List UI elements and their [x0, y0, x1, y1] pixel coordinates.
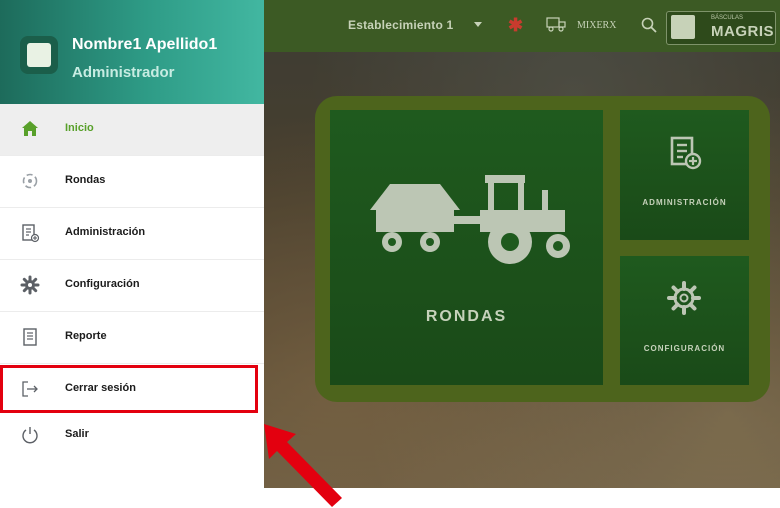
menu-item-configuracion[interactable]: Configuración [0, 260, 264, 312]
document-add-icon [670, 136, 702, 170]
rondas-tile[interactable]: RONDAS [330, 110, 603, 385]
rondas-icon [22, 173, 38, 189]
power-icon [22, 427, 38, 444]
search-icon[interactable] [640, 16, 658, 34]
app-logo-icon [20, 36, 58, 74]
bluetooth-off-icon[interactable]: ✱ [508, 15, 523, 35]
menu-item-label: Reporte [65, 330, 107, 342]
top-bar: Establecimiento 1 ✱ MIXERX BÁSCULAS MAGR… [264, 0, 780, 52]
menu-item-inicio[interactable]: Inicio [0, 104, 264, 156]
tractor-icon [370, 175, 570, 264]
logo-small-text: BÁSCULAS [711, 15, 744, 21]
home-icon [22, 121, 38, 136]
rondas-tile-label: RONDAS [425, 308, 508, 325]
mixer-icon[interactable] [546, 16, 566, 32]
establishment-selector[interactable]: Establecimiento 1 [348, 18, 453, 32]
menu-item-reporte[interactable]: Reporte [0, 312, 264, 364]
gear-icon [667, 281, 701, 315]
administracion-tile-label: ADMINISTRACIÓN [642, 198, 727, 207]
document-add-icon [22, 224, 40, 243]
side-menu: Nombre1 Apellido1 Administrador Inicio R… [0, 0, 264, 488]
dashboard-panel: RONDAS ADMINISTRACIÓN CONFIGURACIÓN [315, 96, 770, 402]
user-header: Nombre1 Apellido1 Administrador [0, 0, 264, 104]
mixer-label[interactable]: MIXERX [577, 20, 616, 31]
menu-item-label: Inicio [65, 122, 94, 134]
menu-item-rondas[interactable]: Rondas [0, 156, 264, 208]
configuracion-tile[interactable]: CONFIGURACIÓN [620, 256, 749, 385]
logo-brand-text: MAGRIS [711, 23, 774, 40]
menu-item-label: Configuración [65, 278, 140, 290]
menu-item-label: Administración [65, 226, 146, 238]
menu-item-salir[interactable]: Salir [0, 410, 264, 461]
magris-logo: BÁSCULAS MAGRIS [666, 11, 776, 45]
report-icon [23, 328, 37, 346]
menu-item-label: Salir [65, 428, 89, 440]
menu-item-administracion[interactable]: Administración [0, 208, 264, 260]
menu-item-label: Rondas [65, 174, 106, 186]
red-pointer-arrow-icon [264, 424, 342, 507]
app-screen: Establecimiento 1 ✱ MIXERX BÁSCULAS MAGR… [0, 0, 780, 488]
user-role: Administrador [72, 64, 175, 81]
logo-emblem-icon [671, 15, 695, 39]
cerrar-sesion-highlight-box [0, 365, 258, 413]
chevron-down-icon[interactable] [474, 22, 482, 27]
configuracion-tile-label: CONFIGURACIÓN [643, 344, 726, 353]
gear-icon [20, 275, 40, 295]
administracion-tile[interactable]: ADMINISTRACIÓN [620, 110, 749, 240]
user-name: Nombre1 Apellido1 [72, 36, 218, 53]
